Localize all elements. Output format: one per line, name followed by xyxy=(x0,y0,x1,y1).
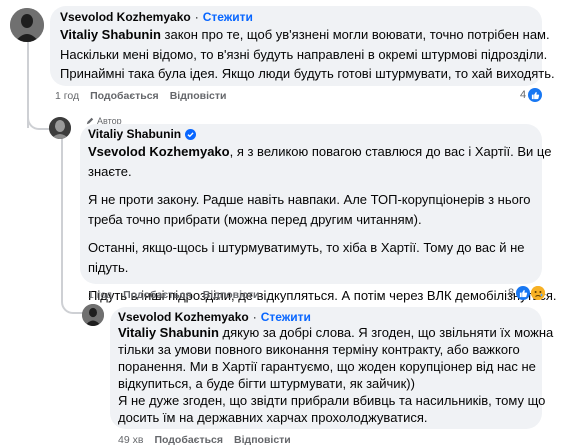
comment-actions: 49 хв Подобається Відповісти xyxy=(118,434,291,446)
comment-author[interactable]: Vitaliy Shabunin xyxy=(88,127,181,141)
thread-line-reply xyxy=(61,138,63,300)
comment-author[interactable]: Vsevolod Kozhemyako xyxy=(118,310,249,324)
comment-bubble: Vitaliy Shabunin Vsevolod Kozhemyako, я … xyxy=(80,124,556,303)
sad-reaction-icon xyxy=(531,286,546,300)
reaction-count: 4 xyxy=(520,89,527,101)
reply-button[interactable]: Відповісти xyxy=(170,90,227,102)
comment-text: Vitaliy Shabunin закон про те, щоб ув'яз… xyxy=(60,27,555,81)
thread-connector-1 xyxy=(27,110,49,130)
avatar[interactable] xyxy=(10,8,44,42)
reply-button[interactable]: Відповісти xyxy=(203,289,260,301)
comment-time[interactable]: 49 хв xyxy=(118,434,143,446)
follow-button[interactable]: Стежити xyxy=(261,310,311,324)
like-button[interactable]: Подобається xyxy=(154,434,223,446)
like-reaction-icon xyxy=(528,88,543,102)
like-reaction-icon xyxy=(516,286,531,300)
separator-dot: · xyxy=(194,10,199,24)
comment-author[interactable]: Vsevolod Kozhemyako xyxy=(60,10,191,24)
person-photo-icon xyxy=(49,117,71,139)
avatar[interactable] xyxy=(49,117,71,139)
mention-link[interactable]: Vitaliy Shabunin xyxy=(60,27,161,42)
reaction-summary[interactable]: 8 xyxy=(508,286,546,300)
thread-connector-2 xyxy=(61,280,83,314)
mention-link[interactable]: Vitaliy Shabunin xyxy=(118,325,219,340)
comment-time[interactable]: 1 год xyxy=(88,289,112,301)
person-silhouette-icon xyxy=(82,304,104,326)
separator-dot: · xyxy=(252,310,257,324)
like-button[interactable]: Подобається xyxy=(90,90,159,102)
verified-badge-icon xyxy=(185,128,197,140)
reaction-count: 8 xyxy=(508,287,515,299)
comment-bubble: Vsevolod Kozhemyako · Стежити Vitaliy Sh… xyxy=(50,6,555,86)
comment-actions: 1 год Подобається Відповісти xyxy=(88,289,259,301)
reaction-summary[interactable]: 4 xyxy=(520,88,543,102)
like-button[interactable]: Подобається xyxy=(123,289,192,301)
comment-bubble: Vsevolod Kozhemyako · Стежити Vitaliy Sh… xyxy=(110,307,553,429)
mention-link[interactable]: Vsevolod Kozhemyako xyxy=(88,144,230,159)
comment-time[interactable]: 1 год xyxy=(55,90,79,102)
follow-button[interactable]: Стежити xyxy=(203,10,253,24)
comment-text: Vsevolod Kozhemyako, я з великою повагою… xyxy=(88,144,557,303)
comment-text: Vitaliy Shabunin дякую за добрі слова. Я… xyxy=(118,325,554,425)
avatar[interactable] xyxy=(82,304,104,326)
comment-actions: 1 год Подобається Відповісти xyxy=(55,90,226,102)
reply-button[interactable]: Відповісти xyxy=(234,434,291,446)
person-silhouette-icon xyxy=(10,8,44,42)
